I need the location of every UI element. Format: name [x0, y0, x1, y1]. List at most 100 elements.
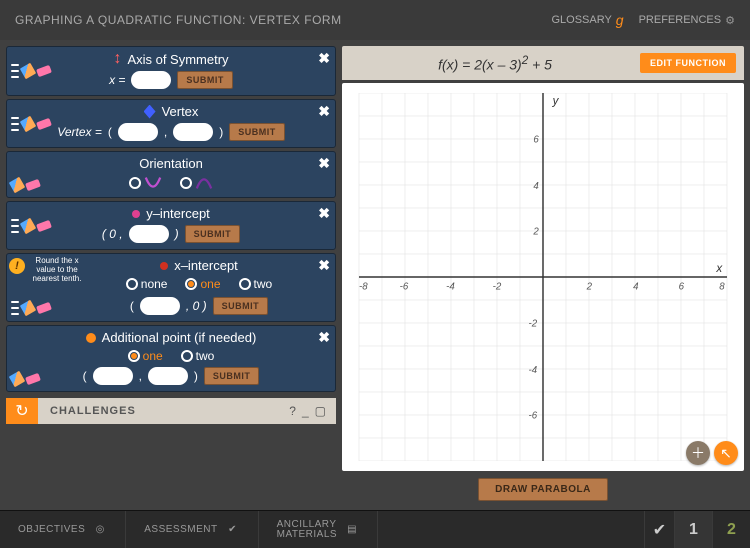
drag-handle-icon[interactable]	[11, 117, 19, 131]
drag-handle-icon[interactable]	[11, 219, 19, 233]
assessment-tab[interactable]: ASSESSMENT ✔	[126, 511, 258, 548]
function-text: f(x) = 2(x – 3)2 + 5	[350, 54, 640, 73]
y-intercept-icon	[132, 210, 140, 218]
page-2-button[interactable]: 2	[712, 511, 750, 548]
footer-check-icon[interactable]: ✔	[644, 511, 674, 548]
close-icon[interactable]: ✖	[318, 257, 330, 274]
header: GRAPHING A QUADRATIC FUNCTION: VERTEX FO…	[0, 0, 750, 40]
zoom-tool[interactable]: ＋	[686, 441, 710, 465]
eraser-icon[interactable]	[25, 179, 41, 191]
xint-suffix: , 0 )	[186, 299, 207, 313]
close-icon[interactable]: ✖	[318, 155, 330, 172]
svg-text:-2: -2	[493, 282, 502, 293]
reset-button[interactable]: ↻	[6, 398, 38, 424]
footer: OBJECTIVES ◎ ASSESSMENT ✔ ANCILLARY MATE…	[0, 510, 750, 548]
preferences-link[interactable]: PREFERENCES ⚙	[639, 14, 735, 27]
card-vertex: ✖ Vertex Vertex = ( , ) SUBMIT	[6, 99, 336, 148]
vertex-icon	[144, 105, 156, 119]
drag-handle-icon[interactable]	[11, 64, 19, 78]
card-title-label: Vertex	[162, 104, 199, 119]
submit-button[interactable]: SUBMIT	[229, 123, 285, 141]
additional-point-icon	[86, 333, 96, 343]
submit-button[interactable]: SUBMIT	[213, 297, 269, 315]
xint-none-option[interactable]: none	[126, 277, 168, 291]
svg-text:-4: -4	[446, 282, 455, 293]
pencil-icon[interactable]	[20, 63, 36, 79]
challenges-label: CHALLENGES	[38, 405, 289, 417]
xint-one-option[interactable]: one	[185, 277, 220, 291]
svg-text:-2: -2	[528, 318, 537, 329]
pencil-icon[interactable]	[20, 115, 36, 131]
x-intercept-icon	[160, 262, 168, 270]
xint-input[interactable]	[140, 297, 180, 315]
card-title-label: Additional point (if needed)	[102, 330, 257, 345]
draw-parabola-button[interactable]: DRAW PARABOLA	[478, 478, 608, 501]
glossary-label: GLOSSARY	[551, 14, 611, 26]
expand-icon[interactable]: ▢	[315, 404, 326, 418]
additional-x-input[interactable]	[93, 367, 133, 385]
close-icon[interactable]: ✖	[318, 103, 330, 120]
orientation-up-option[interactable]	[129, 175, 162, 191]
eraser-icon[interactable]	[25, 373, 41, 385]
pencil-icon[interactable]	[20, 300, 36, 316]
xint-two-option[interactable]: two	[239, 277, 273, 291]
document-icon: ▤	[345, 523, 359, 537]
left-panel: ✖ ↕ Axis of Symmetry x = SUBMIT ✖	[6, 46, 336, 504]
close-icon[interactable]: ✖	[318, 329, 330, 346]
orientation-down-option[interactable]	[180, 175, 213, 191]
check-icon: ✔	[226, 523, 240, 537]
card-title-label: Axis of Symmetry	[127, 52, 228, 67]
submit-button[interactable]: SUBMIT	[185, 225, 241, 243]
close-icon[interactable]: ✖	[318, 205, 330, 222]
glossary-link[interactable]: GLOSSARY g	[551, 12, 623, 28]
help-icon[interactable]: ?	[289, 404, 296, 418]
coordinate-grid: x y -8 -6 -4 -2 2 4 6 8 -6 -4 -2 2	[352, 93, 734, 461]
card-x-intercept: ✖ ! Round the x value to the nearest ten…	[6, 253, 336, 322]
page-1-button[interactable]: 1	[674, 511, 712, 548]
yint-input[interactable]	[129, 225, 169, 243]
page-title: GRAPHING A QUADRATIC FUNCTION: VERTEX FO…	[15, 13, 551, 27]
axis-x-input[interactable]	[131, 71, 171, 89]
close-icon[interactable]: ✖	[318, 50, 330, 67]
card-title-label: y–intercept	[146, 206, 210, 221]
card-orientation: ✖ Orientation	[6, 151, 336, 198]
pencil-icon[interactable]	[9, 371, 25, 387]
objectives-tab[interactable]: OBJECTIVES ◎	[0, 511, 126, 548]
pointer-tool[interactable]: ↖	[714, 441, 738, 465]
eraser-icon[interactable]	[36, 219, 52, 231]
pencil-icon[interactable]	[9, 177, 25, 193]
vertex-y-input[interactable]	[173, 123, 213, 141]
right-panel: f(x) = 2(x – 3)2 + 5 EDIT FUNCTION x y	[342, 46, 744, 504]
svg-text:4: 4	[533, 181, 539, 192]
graph-area[interactable]: x y -8 -6 -4 -2 2 4 6 8 -6 -4 -2 2	[342, 83, 744, 471]
svg-text:-6: -6	[528, 410, 537, 421]
parabola-down-icon	[195, 175, 213, 191]
drag-handle-icon[interactable]	[11, 301, 19, 315]
card-title-label: Orientation	[139, 156, 203, 171]
axis-symmetry-icon: ↕	[113, 51, 121, 67]
edit-function-button[interactable]: EDIT FUNCTION	[640, 53, 736, 73]
eraser-icon[interactable]	[36, 65, 52, 77]
svg-text:6: 6	[533, 134, 539, 145]
pencil-icon[interactable]	[20, 217, 36, 233]
warning-text: Round the x value to the nearest tenth.	[27, 256, 87, 283]
function-bar: f(x) = 2(x – 3)2 + 5 EDIT FUNCTION	[342, 46, 744, 80]
eraser-icon[interactable]	[36, 117, 52, 129]
yint-prefix: ( 0 ,	[102, 227, 123, 241]
vertex-label: Vertex =	[57, 125, 102, 139]
axis-x-label: x =	[109, 73, 125, 87]
submit-button[interactable]: SUBMIT	[177, 71, 233, 89]
vertex-x-input[interactable]	[118, 123, 158, 141]
additional-two-option[interactable]: two	[181, 349, 215, 363]
challenges-bar: ↻ CHALLENGES ? _ ▢	[6, 398, 336, 424]
additional-y-input[interactable]	[148, 367, 188, 385]
gear-icon: ⚙	[725, 14, 735, 27]
parabola-up-icon	[144, 175, 162, 191]
svg-text:2: 2	[586, 282, 593, 293]
card-additional-point: ✖ Additional point (if needed) one two (…	[6, 325, 336, 392]
ancillary-tab[interactable]: ANCILLARY MATERIALS ▤	[259, 511, 378, 548]
submit-button[interactable]: SUBMIT	[204, 367, 260, 385]
additional-one-option[interactable]: one	[128, 349, 163, 363]
eraser-icon[interactable]	[36, 302, 52, 314]
minimize-icon[interactable]: _	[302, 404, 309, 418]
